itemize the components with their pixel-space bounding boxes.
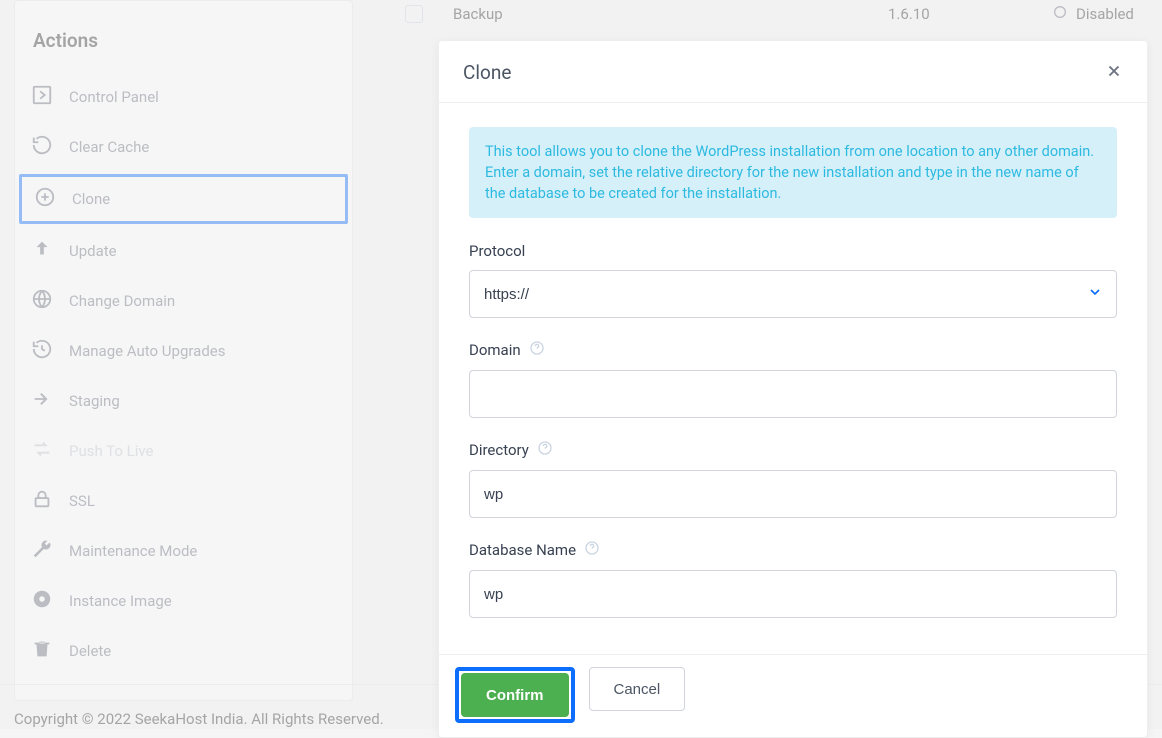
directory-input[interactable]	[469, 470, 1117, 518]
close-icon	[1105, 65, 1123, 84]
help-icon[interactable]	[529, 340, 545, 360]
field-protocol: Protocol	[469, 242, 1117, 318]
modal-header: Clone	[439, 41, 1147, 103]
modal-body: This tool allows you to clone the WordPr…	[439, 103, 1147, 654]
label-text: Directory	[469, 441, 529, 459]
field-domain: Domain	[469, 340, 1117, 418]
confirm-button[interactable]: Confirm	[461, 673, 569, 717]
cancel-button[interactable]: Cancel	[589, 667, 686, 711]
label-text: Domain	[469, 341, 521, 359]
field-directory: Directory	[469, 440, 1117, 518]
label-text: Database Name	[469, 541, 576, 559]
label-text: Protocol	[469, 242, 525, 260]
clone-modal: Clone This tool allows you to clone the …	[438, 40, 1148, 738]
database-label: Database Name	[469, 540, 1117, 560]
help-icon[interactable]	[537, 440, 553, 460]
confirm-highlight: Confirm	[455, 667, 575, 723]
directory-label: Directory	[469, 440, 1117, 460]
database-input[interactable]	[469, 570, 1117, 618]
protocol-label: Protocol	[469, 242, 1117, 260]
modal-title: Clone	[463, 61, 511, 84]
info-message: This tool allows you to clone the WordPr…	[469, 127, 1117, 218]
protocol-select-wrap[interactable]	[469, 270, 1117, 318]
close-button[interactable]	[1105, 62, 1123, 84]
field-database: Database Name	[469, 540, 1117, 618]
help-icon[interactable]	[584, 540, 600, 560]
protocol-select[interactable]	[469, 270, 1117, 318]
modal-footer: Confirm Cancel	[439, 654, 1147, 737]
domain-label: Domain	[469, 340, 1117, 360]
domain-input[interactable]	[469, 370, 1117, 418]
